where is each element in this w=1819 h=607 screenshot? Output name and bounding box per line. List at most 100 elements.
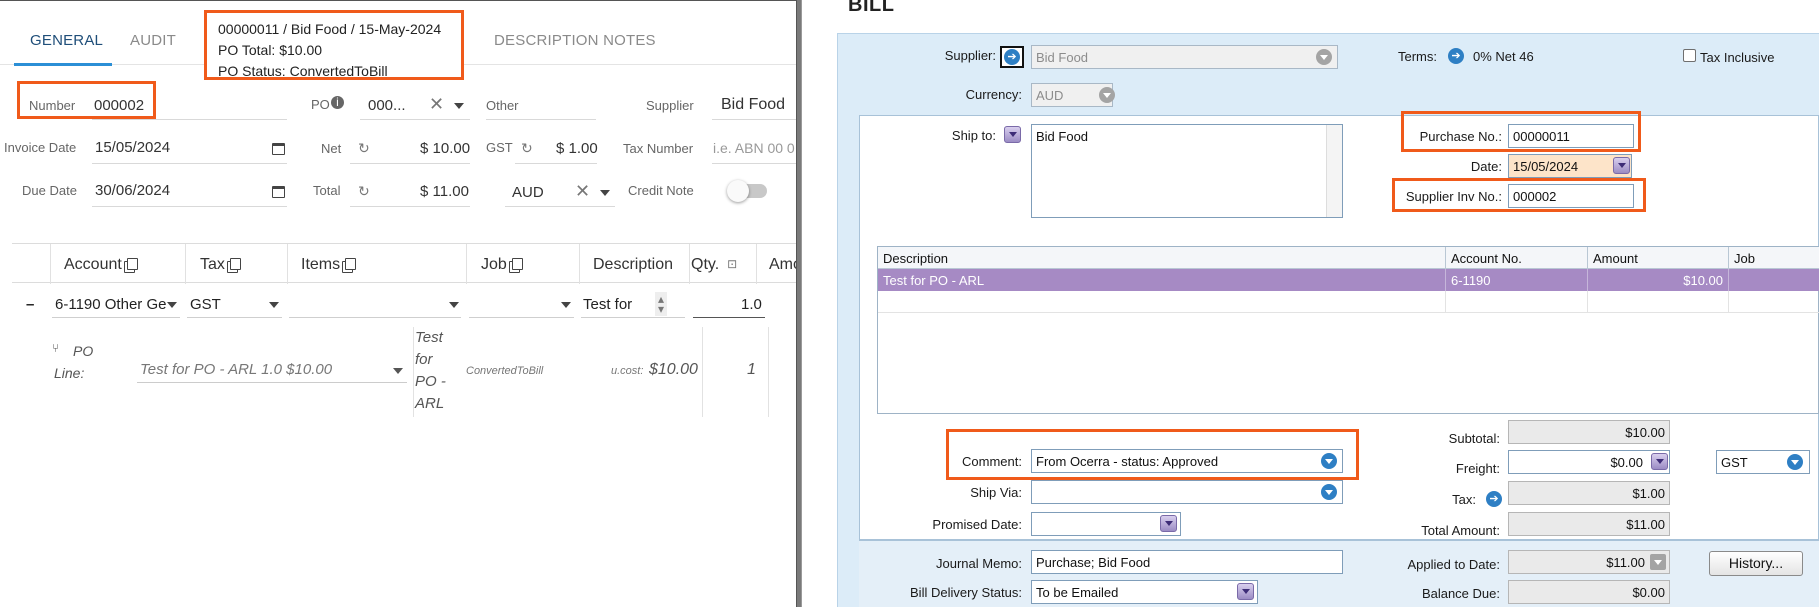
calendar-icon[interactable] xyxy=(272,143,285,155)
delivery-status-dropdown-button[interactable] xyxy=(1237,583,1254,600)
arrow-right-icon[interactable]: ➔ xyxy=(1448,48,1464,64)
col-items[interactable]: Items xyxy=(301,256,357,274)
po-select[interactable]: 000... xyxy=(368,97,406,114)
link-icon: ⑂ xyxy=(52,341,60,355)
supplier-field[interactable]: Bid Food xyxy=(1031,45,1338,69)
history-button[interactable]: History... xyxy=(1709,551,1803,576)
col-tax[interactable]: Tax xyxy=(200,256,241,274)
info-icon: i xyxy=(331,96,344,109)
collapse-row-button[interactable]: – xyxy=(26,296,34,313)
tab-general[interactable]: GENERAL xyxy=(30,32,103,49)
col-amount[interactable]: Amount xyxy=(1588,247,1729,269)
col-job[interactable]: Job xyxy=(1729,247,1819,269)
clear-currency-icon[interactable]: ✕ xyxy=(575,181,590,202)
tax-inclusive-checkbox[interactable] xyxy=(1683,49,1696,62)
ucost-label: u.cost: xyxy=(611,365,644,377)
col-description[interactable]: Description xyxy=(878,247,1446,269)
ship-to-dropdown-button[interactable] xyxy=(1004,126,1021,143)
chevron-down-icon[interactable] xyxy=(1787,454,1803,470)
currency-select[interactable]: AUD xyxy=(512,184,544,201)
tax-value: $1.00 xyxy=(1508,481,1670,505)
chevron-down-icon[interactable] xyxy=(393,368,403,374)
po-dropdown-icon[interactable] xyxy=(454,103,464,109)
ucost-value: $10.00 xyxy=(649,361,698,378)
spinner-icon[interactable]: ▴ ▾ xyxy=(655,292,668,316)
chevron-down-icon[interactable] xyxy=(1099,87,1115,103)
journal-memo-input[interactable]: Purchase; Bid Food xyxy=(1031,550,1343,574)
po-line-select[interactable]: Test for PO - ARL 1.0 $10.00 xyxy=(140,361,332,378)
freight-input[interactable]: $0.00 xyxy=(1508,450,1670,474)
copy-icon[interactable] xyxy=(511,258,523,270)
calendar-icon[interactable] xyxy=(272,186,285,198)
clear-po-icon[interactable]: ✕ xyxy=(429,94,444,115)
page-title: BILL xyxy=(848,0,895,16)
row-tax-select[interactable]: GST xyxy=(190,296,221,313)
supplier-inv-input[interactable]: 000002 xyxy=(1508,184,1634,208)
net-input[interactable]: $ 10.00 xyxy=(420,140,470,157)
comment-select[interactable]: From Ocerra - status: Approved xyxy=(1031,449,1343,473)
supplier-lookup-button[interactable]: ➔ xyxy=(1000,46,1024,68)
number-input[interactable]: 000002 xyxy=(94,97,144,114)
freight-dropdown-button[interactable] xyxy=(1651,453,1668,470)
tax-number-input[interactable]: i.e. ABN 00 0 xyxy=(713,140,795,156)
col-job[interactable]: Job xyxy=(481,256,523,274)
row-description-input[interactable]: Test for xyxy=(583,296,632,313)
table-row[interactable]: Test for PO - ARL 6-1190 $10.00 xyxy=(878,269,1819,291)
settings-icon[interactable]: ⊡ xyxy=(727,257,737,271)
col-description[interactable]: Description xyxy=(593,256,673,274)
date-label: Date: xyxy=(1470,159,1502,174)
grid-header: Account Tax Items Job Description Qty. ⊡ … xyxy=(12,243,796,284)
invoice-date-label: Invoice Date xyxy=(4,140,77,155)
ship-to-textarea[interactable]: Bid Food xyxy=(1031,124,1343,218)
subtotal-label: Subtotal: xyxy=(1448,431,1500,446)
date-picker-button[interactable] xyxy=(1613,157,1630,174)
col-qty[interactable]: Qty. ⊡ xyxy=(691,256,737,274)
invoice-date-input[interactable]: 15/05/2024 xyxy=(95,139,170,156)
chevron-down-icon[interactable] xyxy=(1316,49,1332,65)
credit-note-toggle-knob[interactable] xyxy=(727,180,749,202)
chevron-down-icon[interactable] xyxy=(167,302,177,308)
bill-lines-table: Description Account No. Amount Job Test … xyxy=(877,246,1819,414)
chevron-down-icon[interactable] xyxy=(449,302,459,308)
copy-icon[interactable] xyxy=(229,258,241,270)
due-date-input[interactable]: 30/06/2024 xyxy=(95,182,170,199)
copy-icon[interactable] xyxy=(345,258,357,270)
ship-to-scrollbar[interactable] xyxy=(1326,125,1342,217)
table-row[interactable] xyxy=(878,291,1819,313)
tax-number-label: Tax Number xyxy=(623,141,694,156)
ship-via-select[interactable] xyxy=(1031,480,1343,504)
row-qty-input[interactable]: 1.0 xyxy=(741,296,762,313)
tax-inclusive-label: Tax Inclusive xyxy=(1700,50,1775,65)
currency-dropdown-icon[interactable] xyxy=(600,190,610,196)
bill-delivery-status-select[interactable]: To be Emailed xyxy=(1031,580,1258,604)
purchase-no-input[interactable]: 00000011 xyxy=(1508,124,1634,148)
tab-description-notes[interactable]: DESCRIPTION NOTES xyxy=(494,32,656,49)
col-amount[interactable]: Amo xyxy=(769,256,796,274)
arrow-right-icon[interactable]: ➔ xyxy=(1486,491,1502,507)
other-label: Other xyxy=(486,98,519,113)
total-input[interactable]: $ 11.00 xyxy=(420,183,469,200)
applied-to-date-label: Applied to Date: xyxy=(1407,557,1500,572)
promised-date-input[interactable] xyxy=(1031,512,1181,536)
chevron-down-icon[interactable] xyxy=(561,302,571,308)
ship-via-label: Ship Via: xyxy=(970,485,1022,500)
col-account[interactable]: Account xyxy=(64,256,138,274)
chevron-down-icon[interactable] xyxy=(269,302,279,308)
ship-to-label: Ship to: xyxy=(951,128,996,143)
promised-date-picker-button[interactable] xyxy=(1160,515,1177,532)
refresh-icon[interactable]: ↻ xyxy=(358,183,370,200)
col-account-no[interactable]: Account No. xyxy=(1446,247,1588,269)
chevron-down-icon[interactable] xyxy=(1650,554,1666,570)
refresh-icon[interactable]: ↻ xyxy=(358,140,370,157)
row-job xyxy=(1729,269,1819,291)
chevron-down-icon[interactable] xyxy=(1321,484,1337,500)
balance-due-value: $0.00 xyxy=(1508,580,1670,604)
tab-audit[interactable]: AUDIT xyxy=(130,32,176,49)
supplier-input[interactable]: Bid Food xyxy=(721,96,785,114)
row-description: Test for PO - ARL xyxy=(878,269,1446,291)
row-account-select[interactable]: 6-1190 Other Ge xyxy=(55,296,166,313)
refresh-icon[interactable]: ↻ xyxy=(521,140,533,157)
copy-icon[interactable] xyxy=(126,258,138,270)
chevron-down-icon[interactable] xyxy=(1321,453,1337,469)
gst-input[interactable]: $ 1.00 xyxy=(556,140,598,157)
